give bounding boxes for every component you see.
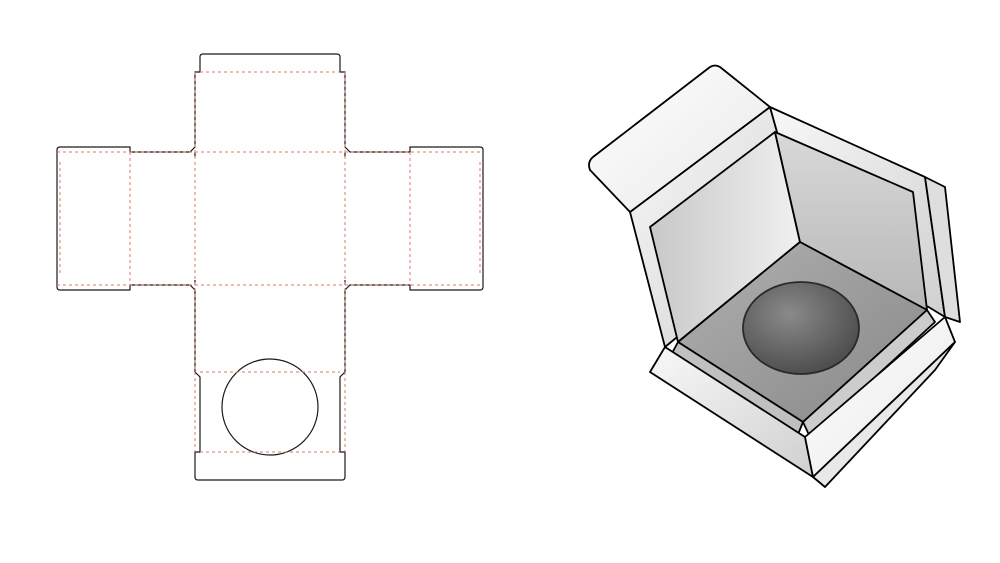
diagram-container	[0, 0, 1000, 563]
box-assembly	[589, 65, 960, 487]
dieline-template	[25, 32, 525, 532]
fold-lines	[57, 72, 483, 452]
cut-lines	[57, 54, 483, 480]
render-svg	[575, 32, 975, 532]
circular-cutout	[743, 282, 859, 374]
dieline-svg	[25, 32, 525, 532]
box-3d-render	[575, 32, 975, 532]
